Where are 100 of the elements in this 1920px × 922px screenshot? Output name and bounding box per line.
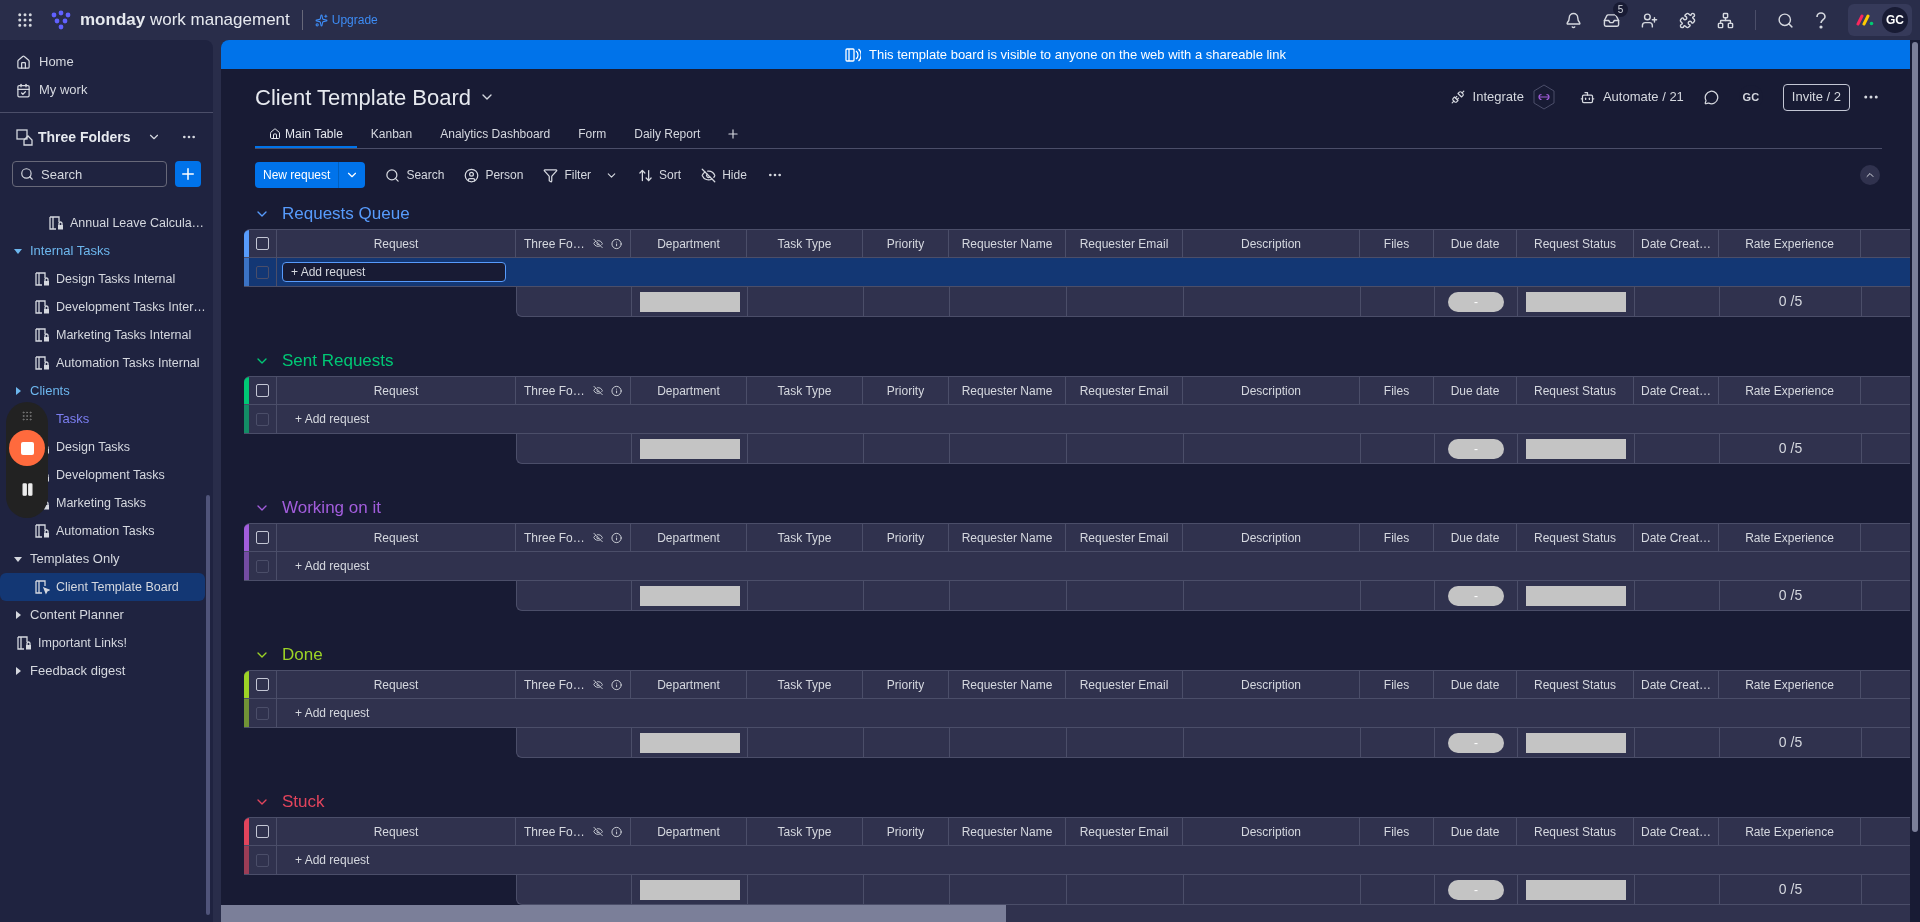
column-header[interactable]: Rate Experience (1719, 671, 1861, 698)
eye-off-icon[interactable] (592, 238, 603, 249)
column-header[interactable]: Date Creat… (1634, 524, 1719, 551)
column-header[interactable]: Description (1183, 818, 1360, 845)
column-header[interactable]: Department (631, 524, 747, 551)
info-icon[interactable] (610, 237, 622, 250)
apps-menu-icon[interactable] (16, 11, 34, 29)
eye-off-icon[interactable] (592, 826, 603, 837)
group-title[interactable]: Working on it (282, 495, 381, 521)
notifications-icon[interactable] (1565, 11, 1582, 29)
group-title[interactable]: Done (282, 642, 323, 668)
info-icon[interactable] (610, 384, 622, 397)
group-title[interactable]: Requests Queue (282, 201, 410, 227)
column-header[interactable]: Rate Experience (1719, 230, 1861, 257)
add-item-link[interactable]: + Add request (282, 557, 370, 575)
sidebar-board-item[interactable]: Important Links! (0, 629, 205, 657)
view-tab[interactable]: Kanban (356, 122, 427, 148)
toolbar-action[interactable]: Person (464, 166, 524, 184)
column-header[interactable]: Priority (863, 671, 949, 698)
info-icon[interactable] (610, 825, 622, 838)
view-tab[interactable]: Analytics Dashboard (426, 122, 565, 148)
scrollbar-thumb[interactable] (206, 495, 210, 915)
column-header[interactable]: Date Creat… (1634, 230, 1719, 257)
inbox-icon[interactable] (1603, 11, 1620, 29)
eye-off-icon[interactable] (592, 679, 603, 690)
row-checkbox[interactable] (256, 412, 269, 426)
column-header[interactable]: Request Status (1517, 818, 1634, 845)
select-all-checkbox[interactable] (256, 678, 269, 691)
column-header[interactable]: Request Status (1517, 377, 1634, 404)
column-header[interactable]: Department (631, 671, 747, 698)
column-header[interactable]: Three Fo… (516, 671, 631, 698)
column-header[interactable]: Requester Name (949, 377, 1066, 404)
column-header[interactable]: Due date (1434, 377, 1517, 404)
group-title[interactable]: Stuck (282, 789, 325, 815)
sidebar-nav-item[interactable]: Home (12, 48, 201, 76)
new-request-button[interactable]: New request (255, 162, 366, 188)
column-header[interactable]: Request (277, 524, 516, 551)
column-header[interactable]: Due date (1434, 818, 1517, 845)
automate-button[interactable]: Automate / 21 (1579, 87, 1684, 107)
column-header[interactable]: Task Type (747, 377, 863, 404)
column-header[interactable]: Requester Name (949, 524, 1066, 551)
column-header[interactable]: Rate Experience (1719, 818, 1861, 845)
eye-off-icon[interactable] (592, 532, 603, 543)
column-header[interactable]: Request Status (1517, 524, 1634, 551)
sidebar-board-item[interactable]: Automation Tasks (0, 517, 205, 545)
toolbar-action[interactable]: Hide (701, 166, 747, 184)
add-item-link[interactable]: + Add request (282, 704, 370, 722)
column-header[interactable]: Files (1360, 818, 1434, 845)
column-header[interactable]: Request Status (1517, 230, 1634, 257)
column-header[interactable]: Request (277, 377, 516, 404)
sidebar-folder[interactable]: Content Planner (0, 601, 213, 629)
column-header[interactable]: Department (631, 377, 747, 404)
column-header[interactable]: Requester Email (1066, 230, 1183, 257)
add-item-link[interactable]: + Add request (282, 851, 370, 869)
column-header[interactable]: Due date (1434, 524, 1517, 551)
row-checkbox[interactable] (256, 706, 269, 720)
column-header[interactable]: Requester Email (1066, 818, 1183, 845)
sidebar-folder[interactable]: Clients (0, 377, 213, 405)
column-header[interactable]: Request (277, 671, 516, 698)
add-item-link[interactable]: + Add request (282, 410, 370, 428)
pause-icon[interactable] (19, 482, 35, 497)
row-checkbox[interactable] (256, 265, 269, 279)
column-header[interactable]: Priority (863, 818, 949, 845)
column-header[interactable]: Description (1183, 230, 1360, 257)
sidebar-board-item[interactable]: Design Tasks Internal (0, 265, 205, 293)
row-checkbox[interactable] (256, 853, 269, 867)
sidebar-folder[interactable]: Templates Only (0, 545, 213, 573)
column-header[interactable]: Task Type (747, 524, 863, 551)
column-header[interactable]: Request (277, 818, 516, 845)
column-header[interactable]: Description (1183, 671, 1360, 698)
column-header[interactable]: Three Fo… (516, 230, 631, 257)
column-header[interactable]: Three Fo… (516, 377, 631, 404)
column-header[interactable]: Rate Experience (1719, 524, 1861, 551)
board-title[interactable]: Client Template Board (255, 80, 472, 114)
account-switcher[interactable]: GC (1848, 4, 1912, 36)
column-header[interactable]: Requester Name (949, 818, 1066, 845)
column-header[interactable]: Files (1360, 230, 1434, 257)
workspace-name[interactable]: Three Folders (38, 126, 131, 148)
column-header[interactable]: Files (1360, 377, 1434, 404)
view-tab[interactable]: Main Table (255, 122, 357, 148)
column-header[interactable]: Priority (863, 230, 949, 257)
column-header[interactable]: Task Type (747, 818, 863, 845)
column-header[interactable]: Three Fo… (516, 818, 631, 845)
row-checkbox[interactable] (256, 559, 269, 573)
select-all-checkbox[interactable] (256, 531, 269, 544)
column-header[interactable]: Due date (1434, 671, 1517, 698)
column-header[interactable]: Requester Email (1066, 671, 1183, 698)
column-header[interactable]: Three Fo… (516, 524, 631, 551)
column-header[interactable]: Date Creat… (1634, 818, 1719, 845)
column-header[interactable]: Requester Name (949, 230, 1066, 257)
column-header[interactable]: Requester Email (1066, 377, 1183, 404)
info-icon[interactable] (610, 678, 622, 691)
column-header[interactable]: Priority (863, 377, 949, 404)
column-header[interactable]: Department (631, 230, 747, 257)
sidebar-board-item[interactable]: Marketing Tasks Internal (0, 321, 205, 349)
help-icon[interactable] (1815, 11, 1827, 29)
sidebar-folder[interactable]: Feedback digest (0, 657, 213, 685)
column-header[interactable]: Request (277, 230, 516, 257)
toolbar-action[interactable]: Filter (543, 166, 619, 184)
column-header[interactable]: Requester Name (949, 671, 1066, 698)
